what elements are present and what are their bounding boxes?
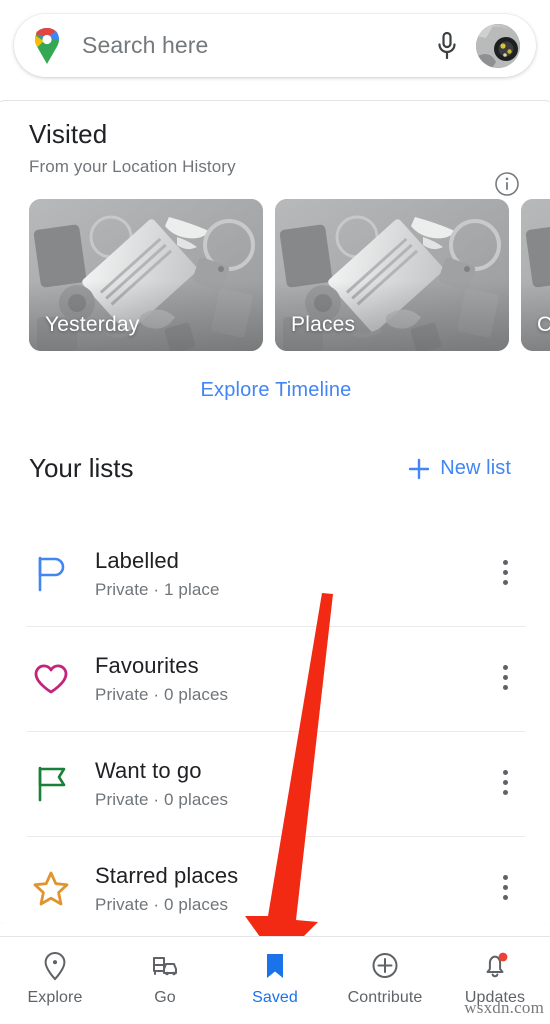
heart-icon — [31, 659, 71, 699]
visited-card-label: Places — [291, 313, 356, 336]
nav-label-saved: Saved — [252, 989, 298, 1006]
updates-badge-dot — [498, 952, 508, 962]
star-icon — [31, 869, 71, 909]
list-item-texts: Want to go Private · 0 places — [95, 757, 228, 811]
list-item-texts: Labelled Private · 1 place — [95, 547, 220, 601]
list-item-texts: Starred places Private · 0 places — [95, 862, 238, 916]
visited-card[interactable]: Yesterday — [29, 199, 263, 351]
visited-subtitle: From your Location History — [29, 157, 236, 176]
list-item[interactable]: Labelled Private · 1 place — [1, 521, 550, 626]
search-placeholder-text: Search here — [82, 32, 209, 58]
list-item-texts: Favourites Private · 0 places — [95, 652, 228, 706]
bookmark-icon — [258, 949, 292, 983]
list-item[interactable]: Favourites Private · 0 places — [1, 626, 550, 731]
list-item-meta: Private · 0 places — [95, 790, 229, 810]
info-icon[interactable] — [494, 171, 520, 197]
more-vertical-icon[interactable] — [493, 559, 517, 588]
saved-sheet-panel: Visited From your Location History Yeste… — [0, 100, 550, 924]
list-item-meta: Private · 0 places — [95, 895, 229, 915]
new-list-button[interactable]: New list — [408, 457, 511, 480]
list-item-name: Want to go — [95, 757, 202, 783]
nav-item-contribute[interactable]: Contribute — [330, 949, 440, 1007]
search-input[interactable]: Search here — [62, 32, 434, 59]
nav-label-explore: Explore — [27, 989, 83, 1006]
list-item-name: Starred places — [95, 862, 239, 888]
your-lists-title: Your lists — [29, 453, 134, 483]
list-item[interactable]: Want to go Private · 0 places — [1, 731, 550, 836]
microphone-icon[interactable] — [434, 30, 460, 62]
visited-card-label: C — [537, 313, 550, 337]
bell-icon — [478, 949, 512, 983]
google-maps-pin-icon[interactable] — [32, 27, 62, 65]
list-item-meta: Private · 0 places — [95, 685, 229, 705]
user-avatar[interactable] — [476, 23, 520, 68]
explore-timeline-link[interactable]: Explore Timeline — [1, 379, 550, 402]
more-vertical-icon[interactable] — [493, 769, 517, 798]
search-bar-container: Search here — [0, 0, 550, 96]
your-lists-header: Your lists New list — [1, 453, 550, 497]
nav-label-contribute: Contribute — [347, 989, 423, 1006]
flag-icon — [31, 764, 71, 804]
app-screen: Search here Visited From your Location H… — [0, 0, 550, 1024]
more-vertical-icon[interactable] — [493, 874, 517, 903]
nav-label-go: Go — [154, 989, 176, 1006]
nav-item-go[interactable]: Go — [110, 949, 220, 1007]
visited-card-label: Yesterday — [45, 313, 140, 336]
nav-item-explore[interactable]: Explore — [0, 949, 110, 1007]
visited-cards-carousel[interactable]: Yesterday Places — [1, 199, 550, 351]
new-list-label: New list — [440, 457, 511, 479]
plus-circle-icon — [368, 949, 402, 983]
more-vertical-icon[interactable] — [493, 664, 517, 693]
list-item-name: Labelled — [95, 547, 179, 573]
flag-rounded-icon — [31, 554, 71, 594]
search-bar[interactable]: Search here — [14, 14, 536, 77]
list-item-meta: Private · 1 place — [95, 580, 220, 600]
visited-title: Visited — [29, 119, 108, 149]
visited-card[interactable]: Places — [275, 199, 509, 351]
your-lists-rows: Labelled Private · 1 place Favourites Pr… — [1, 521, 550, 924]
nav-item-saved[interactable]: Saved — [220, 949, 330, 1007]
plus-icon — [408, 458, 430, 480]
commute-icon — [148, 949, 182, 983]
visited-card[interactable]: C — [521, 199, 550, 351]
list-item[interactable]: Starred places Private · 0 places — [1, 836, 550, 924]
list-item-name: Favourites — [95, 652, 199, 678]
location-pin-icon — [38, 949, 72, 983]
site-watermark: wsxdn.com — [464, 998, 544, 1017]
